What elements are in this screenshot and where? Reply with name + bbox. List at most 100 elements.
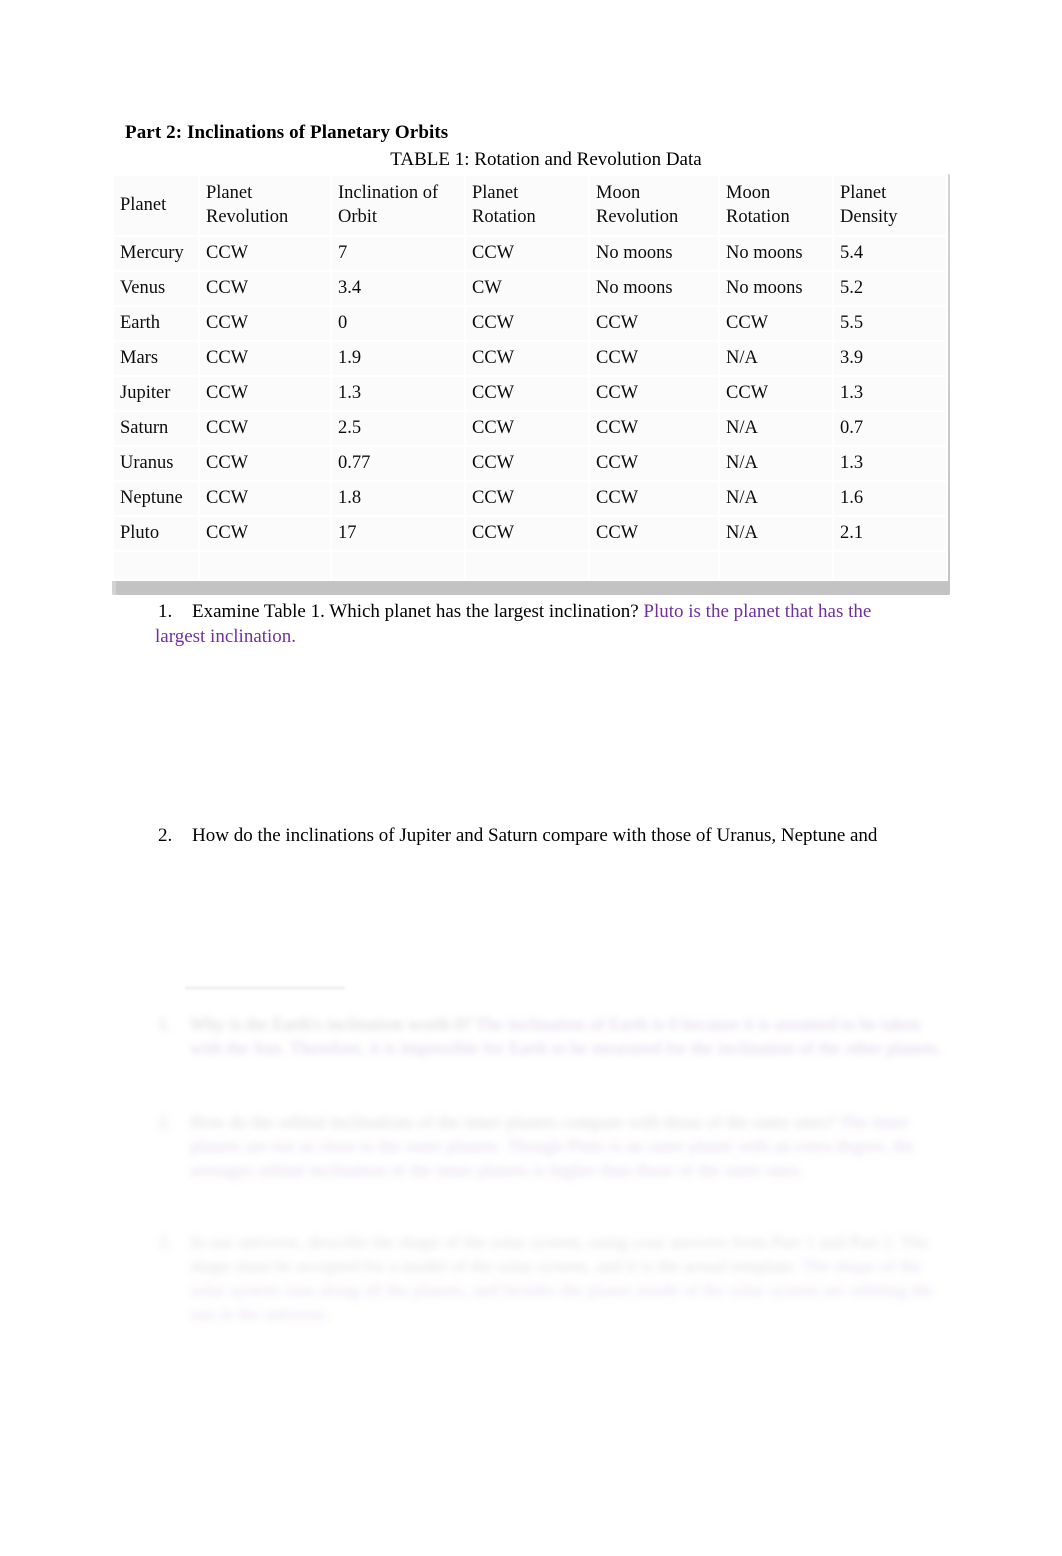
column-header-moon-revolution: Moon Revolution xyxy=(590,176,718,235)
column-header-planet: Planet xyxy=(114,176,198,235)
faded-item-1-number: 1. xyxy=(158,1014,172,1034)
cell-planet-revolution: CCW xyxy=(200,412,330,445)
cell-planet-revolution: CCW xyxy=(200,237,330,270)
cell-moon-revolution: CCW xyxy=(590,412,718,445)
cell-inclination: 7 xyxy=(332,237,464,270)
table-row: Jupiter CCW 1.3 CCW CCW CCW 1.3 xyxy=(114,377,946,410)
cell-planet-density: 2.1 xyxy=(834,517,946,550)
cell-moon-revolution: CCW xyxy=(590,342,718,375)
cell-planet-density: 0.7 xyxy=(834,412,946,445)
question-1-number: 1. xyxy=(158,601,173,622)
cell-planet-rotation: CCW xyxy=(466,237,588,270)
cell-planet-rotation: CCW xyxy=(466,517,588,550)
cell-moon-revolution: No moons xyxy=(590,237,718,270)
faded-item-3-prompt-line3: actual template. xyxy=(683,1256,798,1276)
table-row: Venus CCW 3.4 CW No moons No moons 5.2 xyxy=(114,272,946,305)
cell-planet-revolution: CCW xyxy=(200,482,330,515)
cell-planet-rotation: CW xyxy=(466,272,588,305)
cell-planet-density: 5.5 xyxy=(834,307,946,340)
faded-item-2-prompt: How do the orbital inclinations of the i… xyxy=(190,1112,836,1132)
faded-item-1-body: Why is the Earth's inclination worth 0? … xyxy=(156,1012,948,1060)
cell-inclination: 1.9 xyxy=(332,342,464,375)
cell-moon-rotation: N/A xyxy=(720,517,832,550)
rotation-revolution-table: Planet Planet Revolution Inclination of … xyxy=(112,174,948,581)
column-header-planet-density: Planet Density xyxy=(834,176,946,235)
cell-planet-revolution: CCW xyxy=(200,307,330,340)
cell-planet-density: 5.2 xyxy=(834,272,946,305)
cell-moon-rotation: CCW xyxy=(720,377,832,410)
table-container: TABLE 1: Rotation and Revolution Data Pl… xyxy=(112,148,950,595)
faded-item-3-prompt-line1: In our universe, describe the shape of t… xyxy=(190,1232,815,1252)
column-header-planet-rotation: Planet Rotation xyxy=(466,176,588,235)
question-1-answer-continued[interactable]: largest inclination. xyxy=(155,624,948,649)
cell-planet: Earth xyxy=(114,307,198,340)
cell-planet: Uranus xyxy=(114,447,198,480)
cell-planet-revolution: CCW xyxy=(200,377,330,410)
cell-moon-revolution: CCW xyxy=(590,307,718,340)
table-empty-row xyxy=(114,552,946,579)
question-1: 1. Examine Table 1. Which planet has the… xyxy=(155,599,948,649)
cell-moon-rotation: N/A xyxy=(720,482,832,515)
cell-inclination: 0 xyxy=(332,307,464,340)
cell-inclination: 3.4 xyxy=(332,272,464,305)
cell-planet-density: 1.6 xyxy=(834,482,946,515)
faded-horizontal-rule xyxy=(185,987,345,989)
faded-item-1: 1. Why is the Earth's inclination worth … xyxy=(158,1012,948,1060)
faded-item-1-answer-line3: inclination of the other planets. xyxy=(717,1038,942,1058)
cell-planet: Mars xyxy=(114,342,198,375)
cell-planet-rotation: CCW xyxy=(466,412,588,445)
cell-moon-rotation: N/A xyxy=(720,447,832,480)
question-1-body: Examine Table 1. Which planet has the la… xyxy=(158,599,948,624)
cell-planet-rotation: CCW xyxy=(466,482,588,515)
question-1-prompt: Examine Table 1. Which planet has the la… xyxy=(192,601,644,622)
column-header-inclination: Inclination of Orbit xyxy=(332,176,464,235)
question-2-number: 2. xyxy=(158,825,173,846)
table-row: Saturn CCW 2.5 CCW CCW N/A 0.7 xyxy=(114,412,946,445)
table-row: Earth CCW 0 CCW CCW CCW 5.5 xyxy=(114,307,946,340)
column-header-planet-revolution: Planet Revolution xyxy=(200,176,330,235)
cell-moon-rotation: N/A xyxy=(720,412,832,445)
faded-item-3: 3. In our universe, describe the shape o… xyxy=(158,1230,958,1326)
question-2: 2. How do the inclinations of Jupiter an… xyxy=(158,823,958,848)
page-title: Part 2: Inclinations of Planetary Orbits xyxy=(125,122,449,143)
cell-planet-revolution: CCW xyxy=(200,447,330,480)
faded-item-3-body: In our universe, describe the shape of t… xyxy=(156,1230,958,1326)
cell-planet-revolution: CCW xyxy=(200,272,330,305)
cell-planet: Pluto xyxy=(114,517,198,550)
question-1-answer[interactable]: Pluto is the planet that has the xyxy=(643,601,871,622)
cell-inclination: 17 xyxy=(332,517,464,550)
question-2-prompt: How do the inclinations of Jupiter and S… xyxy=(192,825,878,846)
cell-moon-revolution: CCW xyxy=(590,517,718,550)
table-header-row: Planet Planet Revolution Inclination of … xyxy=(114,176,946,235)
cell-inclination: 1.3 xyxy=(332,377,464,410)
cell-planet: Neptune xyxy=(114,482,198,515)
faded-item-2-body: How do the orbital inclinations of the i… xyxy=(156,1110,958,1182)
faded-item-2-number: 2. xyxy=(158,1112,172,1132)
cell-planet-density: 1.3 xyxy=(834,447,946,480)
cell-moon-rotation: No moons xyxy=(720,272,832,305)
cell-inclination: 2.5 xyxy=(332,412,464,445)
faded-item-2: 2. How do the orbital inclinations of th… xyxy=(158,1110,958,1182)
table-row: Uranus CCW 0.77 CCW CCW N/A 1.3 xyxy=(114,447,946,480)
cell-inclination: 0.77 xyxy=(332,447,464,480)
cell-planet-revolution: CCW xyxy=(200,342,330,375)
faded-item-2-answer-line3: outer ones. xyxy=(724,1160,804,1180)
column-header-moon-rotation: Moon Rotation xyxy=(720,176,832,235)
cell-planet-rotation: CCW xyxy=(466,377,588,410)
cell-planet-rotation: CCW xyxy=(466,342,588,375)
cell-planet-density: 1.3 xyxy=(834,377,946,410)
cell-moon-revolution: No moons xyxy=(590,272,718,305)
cell-moon-revolution: CCW xyxy=(590,447,718,480)
cell-planet: Jupiter xyxy=(114,377,198,410)
cell-planet: Venus xyxy=(114,272,198,305)
faded-item-1-answer-line1: The inclination of Earth is 0 because it… xyxy=(475,1014,771,1034)
table-row: Mercury CCW 7 CCW No moons No moons 5.4 xyxy=(114,237,946,270)
cell-planet-rotation: CCW xyxy=(466,447,588,480)
faded-item-1-prompt: Why is the Earth's inclination worth 0? xyxy=(190,1014,472,1034)
cell-inclination: 1.8 xyxy=(332,482,464,515)
cell-moon-rotation: No moons xyxy=(720,237,832,270)
table-row: Neptune CCW 1.8 CCW CCW N/A 1.6 xyxy=(114,482,946,515)
cell-moon-rotation: N/A xyxy=(720,342,832,375)
table-row: Mars CCW 1.9 CCW CCW N/A 3.9 xyxy=(114,342,946,375)
cell-planet-density: 5.4 xyxy=(834,237,946,270)
